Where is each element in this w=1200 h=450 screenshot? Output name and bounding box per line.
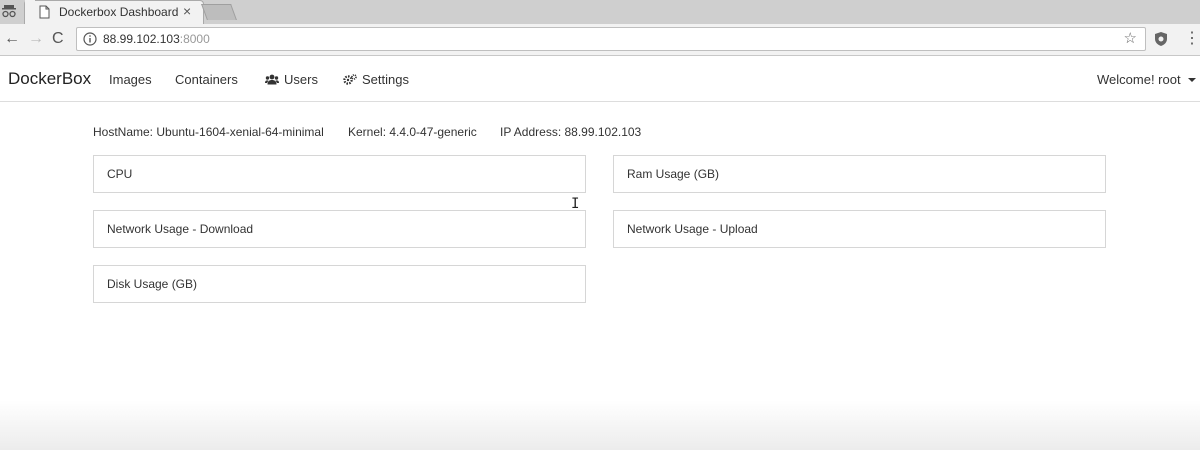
user-dropdown[interactable]: Welcome! root: [1097, 72, 1196, 87]
incognito-icon: [2, 5, 16, 18]
nav-containers[interactable]: Containers: [175, 72, 238, 87]
users-icon: [265, 74, 279, 85]
reload-icon[interactable]: C: [52, 30, 64, 48]
bottom-fade: [0, 400, 1200, 450]
new-tab-button[interactable]: [201, 4, 237, 20]
welcome-label: Welcome! root: [1097, 72, 1181, 87]
tab-close-icon[interactable]: ×: [183, 3, 191, 19]
page-icon: [39, 5, 50, 19]
nav-images-label: Images: [109, 72, 152, 87]
browser-tab[interactable]: Dockerbox Dashboard ×: [24, 0, 204, 24]
kernel-info: Kernel: 4.4.0-47-generic: [348, 125, 477, 139]
tab-title: Dockerbox Dashboard: [59, 5, 179, 19]
network-download-panel: Network Usage - Download: [93, 210, 586, 248]
caret-down-icon: [1187, 77, 1196, 82]
address-bar[interactable]: 88.99.102.103:8000 ☆: [76, 27, 1146, 51]
ip-address-info: IP Address: 88.99.102.103: [500, 125, 642, 139]
cogs-icon: [343, 74, 357, 85]
app-navbar: DockerBox Images Containers Users Settin…: [0, 57, 1200, 102]
ram-panel-title: Ram Usage (GB): [627, 167, 720, 181]
bookmark-star-icon[interactable]: ☆: [1124, 29, 1137, 47]
text-cursor-icon: I: [571, 196, 580, 212]
browser-tabstrip: Dockerbox Dashboard ×: [0, 0, 1200, 24]
nav-images[interactable]: Images: [109, 72, 152, 87]
network-download-title: Network Usage - Download: [107, 222, 254, 236]
brand-logo[interactable]: DockerBox: [8, 69, 91, 89]
disk-panel-title: Disk Usage (GB): [107, 277, 198, 291]
cpu-panel: CPU: [93, 155, 586, 193]
nav-containers-label: Containers: [175, 72, 238, 87]
shield-extension-icon[interactable]: [1153, 31, 1169, 47]
nav-users[interactable]: Users: [265, 72, 318, 87]
ram-usage-panel: Ram Usage (GB): [613, 155, 1106, 193]
forward-icon[interactable]: →: [28, 30, 44, 48]
info-icon[interactable]: [83, 32, 97, 46]
url-text: 88.99.102.103:8000: [103, 32, 210, 46]
back-icon[interactable]: ←: [4, 30, 20, 48]
nav-users-label: Users: [284, 72, 318, 87]
hostname-info: HostName: Ubuntu-1604-xenial-64-minimal: [93, 125, 324, 139]
url-port: :8000: [179, 32, 210, 46]
browser-menu-icon[interactable]: ⋮: [1184, 28, 1200, 48]
nav-settings[interactable]: Settings: [343, 72, 409, 87]
cpu-panel-title: CPU: [107, 167, 133, 181]
network-upload-panel: Network Usage - Upload: [613, 210, 1106, 248]
nav-settings-label: Settings: [362, 72, 409, 87]
disk-usage-panel: Disk Usage (GB): [93, 265, 586, 303]
url-host: 88.99.102.103: [103, 32, 180, 46]
browser-toolbar: ← → C 88.99.102.103:8000 ☆ ⋮: [0, 24, 1200, 56]
network-upload-title: Network Usage - Upload: [627, 222, 758, 236]
